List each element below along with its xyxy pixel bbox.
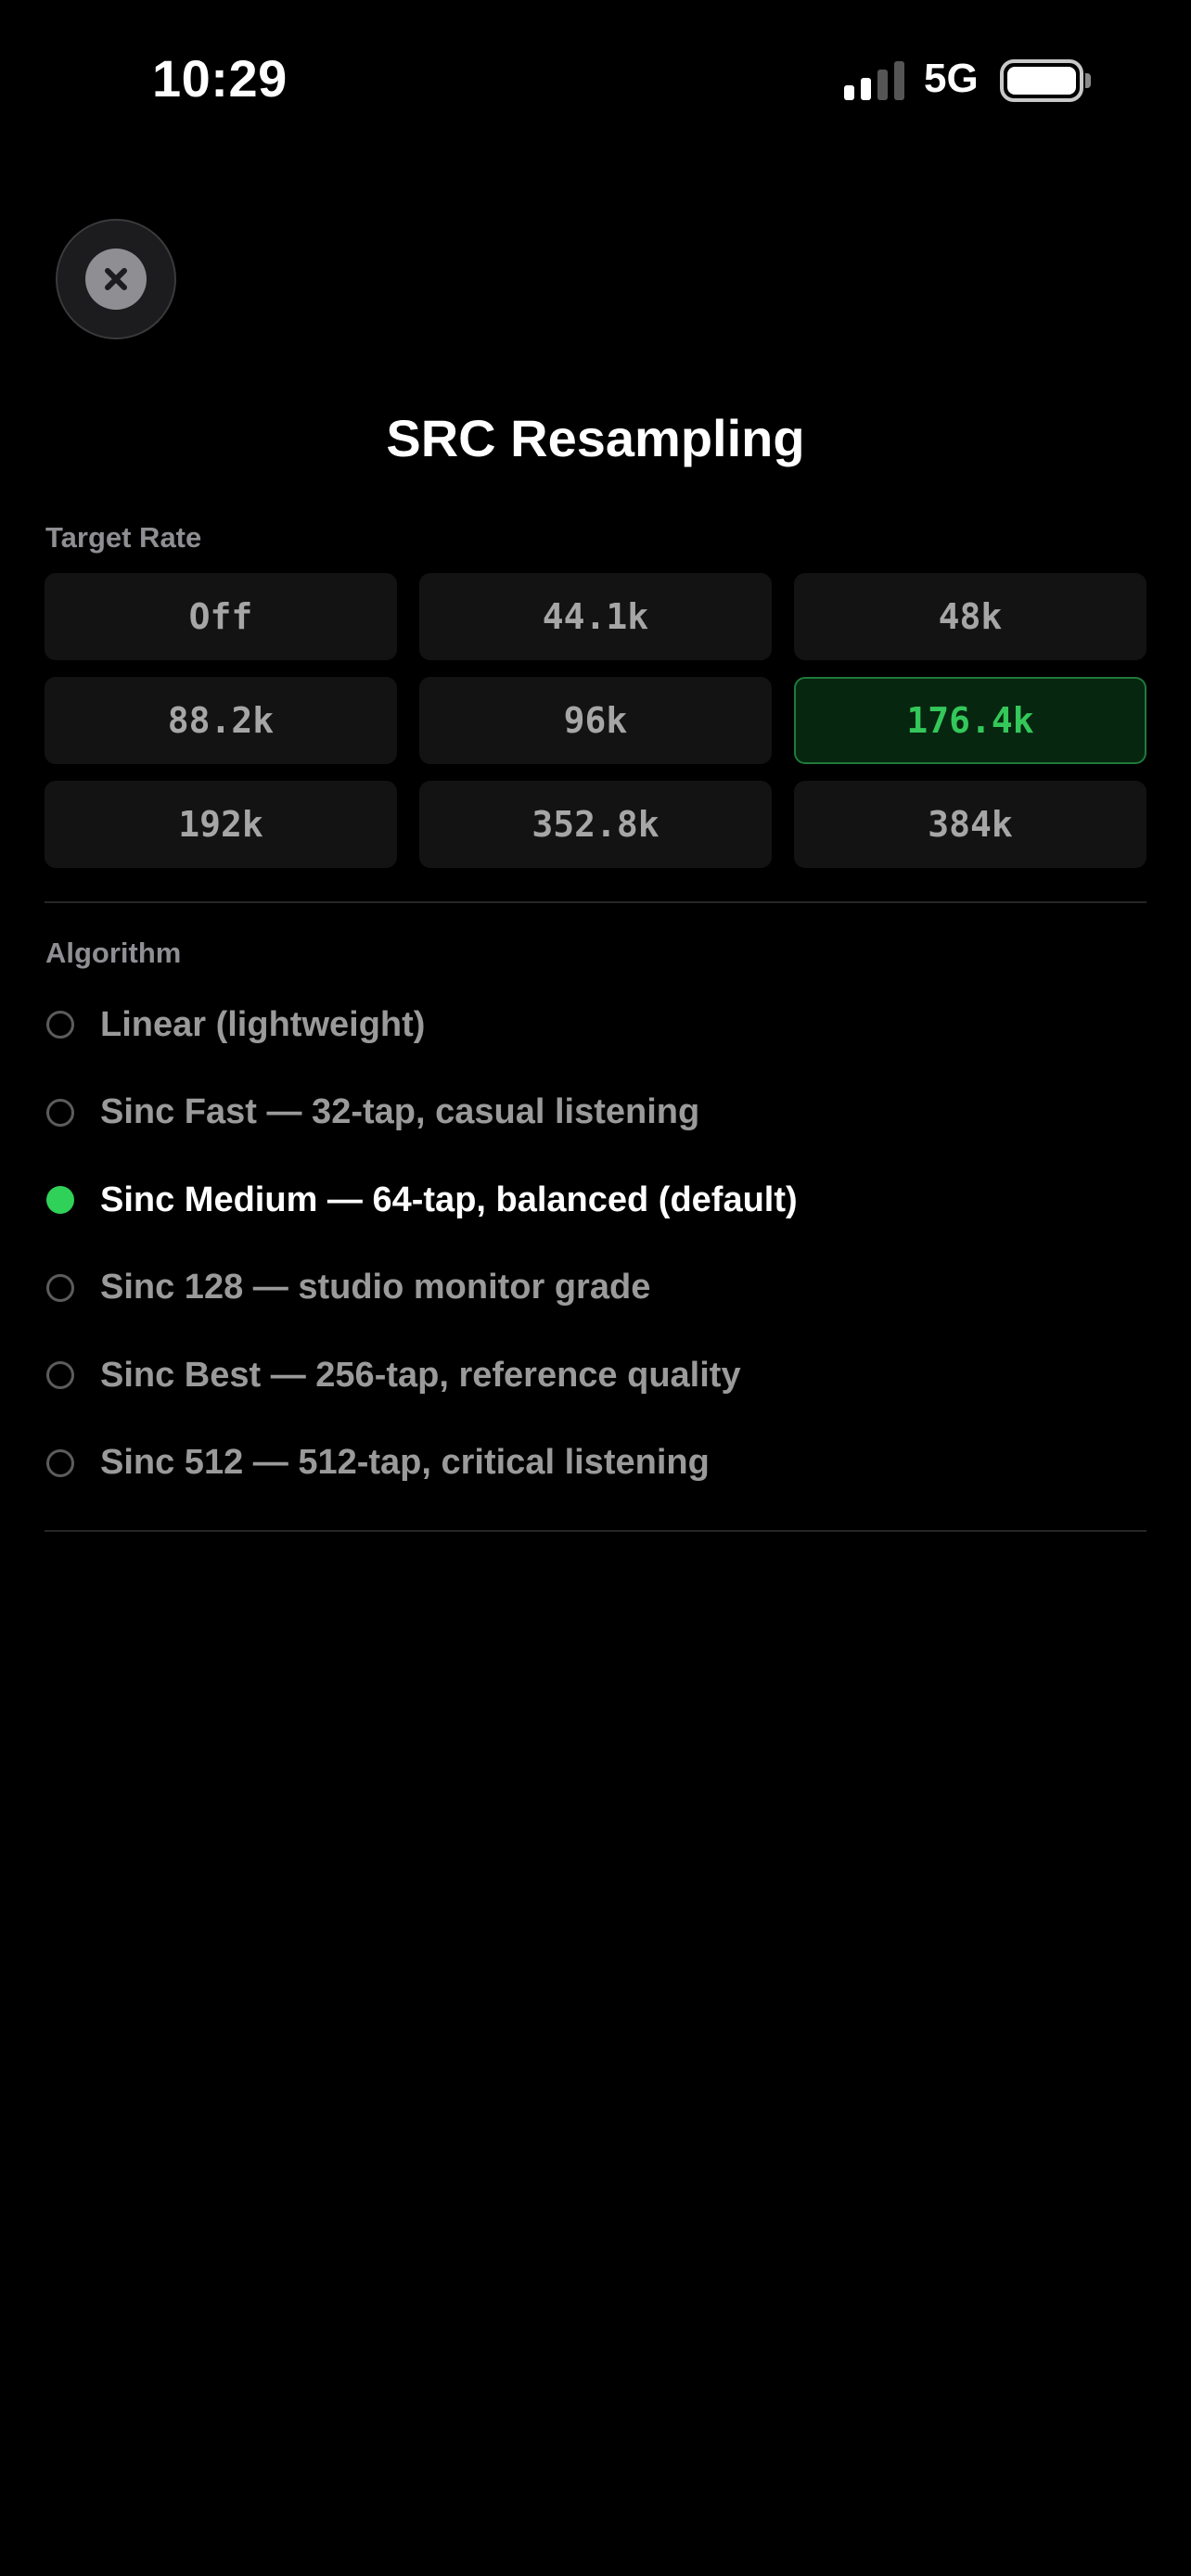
algorithm-option[interactable]: Sinc Fast — 32-tap, casual listening — [45, 1069, 1146, 1157]
rate-option-button[interactable]: Off — [45, 573, 397, 660]
algorithm-option[interactable]: Linear (lightweight) — [45, 981, 1146, 1069]
radio-button-icon[interactable] — [46, 1186, 74, 1215]
radio-button-icon[interactable] — [46, 1448, 74, 1477]
algorithm-option[interactable]: Sinc Best — 256-tap, reference quality — [45, 1332, 1146, 1420]
close-button[interactable] — [56, 219, 176, 339]
algorithm-option-label: Sinc Medium — 64-tap, balanced (default) — [100, 1180, 798, 1219]
algorithm-option-label: Linear (lightweight) — [100, 1004, 426, 1044]
cellular-signal-icon — [844, 61, 907, 100]
algorithm-option[interactable]: Sinc Medium — 64-tap, balanced (default) — [45, 1156, 1146, 1244]
algorithm-option-label: Sinc Fast — 32-tap, casual listening — [100, 1092, 700, 1132]
algorithm-option[interactable]: Sinc 512 — 512-tap, critical listening — [45, 1420, 1146, 1508]
target-rate-grid: Off 44.1k 48k 88.2k 96k 176.4k 192k 352.8k 384k — [45, 573, 1146, 868]
algorithm-option-label: Sinc 128 — studio monitor grade — [100, 1268, 651, 1307]
rate-option-button[interactable]: 192k — [45, 781, 397, 868]
radio-button-icon[interactable] — [46, 1273, 74, 1302]
rate-option-button[interactable]: 88.2k — [45, 677, 397, 764]
radio-button-icon[interactable] — [46, 1361, 74, 1390]
status-time: 10:29 — [152, 49, 288, 108]
rate-option-button[interactable]: 44.1k — [419, 573, 772, 660]
algorithm-list: Linear (lightweight) Sinc Fast — 32-tap, … — [45, 981, 1146, 1507]
algorithm-label: Algorithm — [45, 937, 182, 969]
battery-icon — [1000, 59, 1083, 102]
battery-cap — [1085, 73, 1091, 88]
algorithm-option[interactable]: Sinc 128 — studio monitor grade — [45, 1244, 1146, 1333]
rate-option-button[interactable]: 384k — [794, 781, 1146, 868]
target-rate-label: Target Rate — [45, 521, 202, 554]
rate-option-button[interactable]: 176.4k — [794, 677, 1146, 764]
page-title: SRC Resampling — [386, 409, 805, 467]
status-bar: 10:29 5G — [0, 0, 1191, 158]
algorithm-option-label: Sinc Best — 256-tap, reference quality — [100, 1355, 741, 1395]
algorithm-option-label: Sinc 512 — 512-tap, critical listening — [100, 1443, 710, 1483]
rate-option-button[interactable]: 48k — [794, 573, 1146, 660]
close-x-icon — [85, 249, 147, 310]
rate-option-button[interactable]: 352.8k — [419, 781, 772, 868]
network-type: 5G — [924, 56, 979, 101]
rate-option-button[interactable]: 96k — [419, 677, 772, 764]
radio-button-icon[interactable] — [46, 1011, 74, 1039]
radio-button-icon[interactable] — [46, 1098, 74, 1127]
divider — [45, 901, 1146, 903]
divider — [45, 1530, 1146, 1532]
